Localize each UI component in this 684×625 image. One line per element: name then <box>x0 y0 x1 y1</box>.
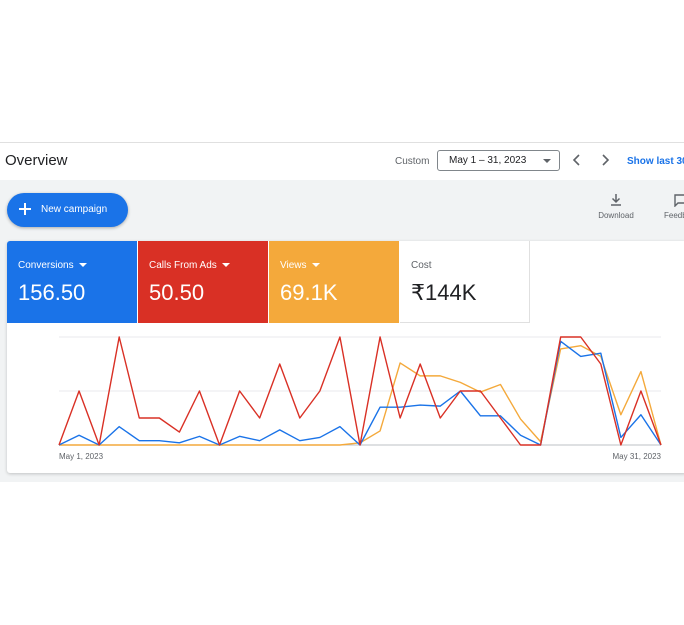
main-content: New campaign Download Feedback Conversio… <box>0 180 684 482</box>
x-axis-start-label: May 1, 2023 <box>59 452 104 461</box>
performance-line-chart: May 1, 2023 May 31, 2023 <box>58 336 662 461</box>
metric-tile-views[interactable]: Views 69.1K <box>269 241 399 323</box>
metric-value-conversions: 156.50 <box>18 280 86 305</box>
metric-tile-calls-from-ads[interactable]: Calls From Ads 50.50 <box>138 241 268 323</box>
feedback-button[interactable]: Feedback <box>664 193 684 220</box>
date-range-value: May 1 – 31, 2023 <box>449 155 527 166</box>
caret-down-icon <box>78 263 87 268</box>
caret-down-icon <box>311 263 320 268</box>
metric-tile-conversions[interactable]: Conversions 156.50 <box>7 241 137 323</box>
caret-down-icon <box>221 263 230 268</box>
page-title: Overview <box>5 152 68 169</box>
metric-label-conversions: Conversions <box>18 260 87 271</box>
feedback-icon <box>674 194 684 207</box>
metric-label-calls-from-ads: Calls From Ads <box>149 260 230 271</box>
metric-label-views: Views <box>280 260 320 271</box>
series-line-views <box>59 344 662 446</box>
chevron-left-icon[interactable] <box>570 153 584 167</box>
download-label: Download <box>598 211 634 220</box>
metric-value-views: 69.1K <box>280 280 338 305</box>
new-campaign-label: New campaign <box>41 204 108 215</box>
series-line-conversions <box>58 340 662 446</box>
new-campaign-button[interactable]: New campaign <box>7 193 128 227</box>
caret-down-icon <box>543 159 551 163</box>
feedback-label: Feedback <box>664 211 684 220</box>
app-frame: Overview Custom May 1 – 31, 2023 Show la… <box>0 142 684 482</box>
header-bar: Overview Custom May 1 – 31, 2023 Show la… <box>0 142 684 181</box>
plus-icon <box>19 203 31 215</box>
metric-value-cost: ₹144K <box>411 280 477 305</box>
date-range-select[interactable]: May 1 – 31, 2023 <box>437 150 560 171</box>
metric-tile-cost[interactable]: Cost ₹144K <box>400 241 530 323</box>
metric-value-calls-from-ads: 50.50 <box>149 280 205 305</box>
download-icon <box>611 194 621 206</box>
performance-card: Conversions 156.50 Calls From Ads 50.50 … <box>7 241 684 473</box>
date-range-type-label: Custom <box>395 156 430 167</box>
metric-label-cost: Cost <box>411 260 432 271</box>
chevron-right-icon[interactable] <box>598 153 612 167</box>
x-axis-end-label: May 31, 2023 <box>613 452 662 461</box>
download-button[interactable]: Download <box>596 193 636 220</box>
show-last-30-days-link[interactable]: Show last 30 days <box>627 156 684 167</box>
